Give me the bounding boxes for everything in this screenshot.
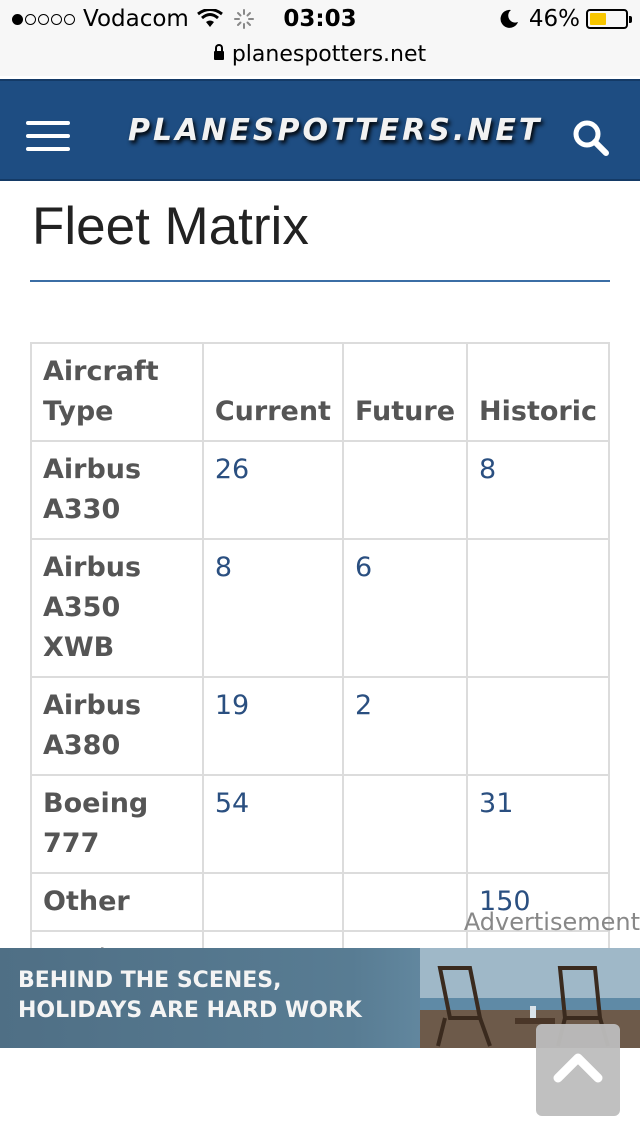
table-row: Airbus A350 XWB 8 6	[30, 538, 610, 678]
search-icon[interactable]	[570, 117, 610, 157]
cell-future	[341, 872, 469, 932]
cell-future[interactable]: 2	[341, 676, 469, 776]
cell-current[interactable]: 8	[201, 538, 344, 678]
cell-current[interactable]: 19	[201, 676, 344, 776]
cell-aircraft-type: Airbus A380	[30, 676, 204, 776]
header-future: Future	[341, 342, 469, 442]
cell-historic[interactable]: 8	[466, 440, 610, 540]
cell-aircraft-type: Boeing 777	[30, 774, 204, 874]
cell-historic	[466, 538, 610, 678]
banner-text: BEHIND THE SCENES, HOLIDAYS ARE HARD WOR…	[18, 966, 362, 1026]
page-title: Fleet Matrix	[32, 197, 309, 256]
cell-historic	[466, 676, 610, 776]
lock-icon	[213, 44, 224, 60]
cell-future	[341, 774, 469, 874]
cell-historic[interactable]: 31	[466, 774, 610, 874]
table-header-row: Aircraft Type Current Future Historic	[30, 342, 610, 442]
header-aircraft-type: Aircraft Type	[30, 342, 204, 442]
battery-info: 46%	[499, 6, 632, 32]
table-row: Airbus A380 19 2	[30, 676, 610, 776]
cell-current	[201, 872, 344, 932]
do-not-disturb-moon-icon	[500, 9, 518, 28]
advertisement-label: Advertisement	[463, 908, 640, 936]
header-historic: Historic	[466, 342, 610, 442]
url-display[interactable]: planespotters.net	[0, 42, 640, 67]
title-divider	[30, 280, 610, 282]
url-text: planespotters.net	[231, 42, 427, 67]
cell-current[interactable]: 26	[201, 440, 344, 540]
cell-aircraft-type: Airbus A330	[30, 440, 204, 540]
cell-future[interactable]: 6	[341, 538, 469, 678]
table-row: Airbus A330 26 8	[30, 440, 610, 540]
cell-aircraft-type: Other	[30, 872, 204, 932]
menu-icon[interactable]	[26, 121, 70, 151]
status-bar: Vodacom 03:03 46%	[0, 0, 640, 40]
site-header: Planespotters.net	[0, 79, 640, 181]
site-logo[interactable]: Planespotters.net	[128, 113, 542, 148]
cell-aircraft-type: Airbus A350 XWB	[30, 538, 204, 678]
header-current: Current	[201, 342, 344, 442]
banner-line-1: BEHIND THE SCENES,	[18, 968, 282, 993]
table-row: Boeing 777 54 31	[30, 774, 610, 874]
cell-current[interactable]: 54	[201, 774, 344, 874]
battery-percent: 46%	[528, 6, 580, 32]
banner-line-2: HOLIDAYS ARE HARD WORK	[18, 998, 362, 1023]
fleet-matrix-table: Aircraft Type Current Future Historic Ai…	[30, 342, 610, 990]
cell-future	[341, 440, 469, 540]
scroll-to-top-button[interactable]	[536, 1024, 620, 1116]
address-bar[interactable]: planespotters.net	[0, 40, 640, 117]
battery-icon	[586, 9, 632, 29]
chevron-up-icon	[553, 1053, 603, 1083]
